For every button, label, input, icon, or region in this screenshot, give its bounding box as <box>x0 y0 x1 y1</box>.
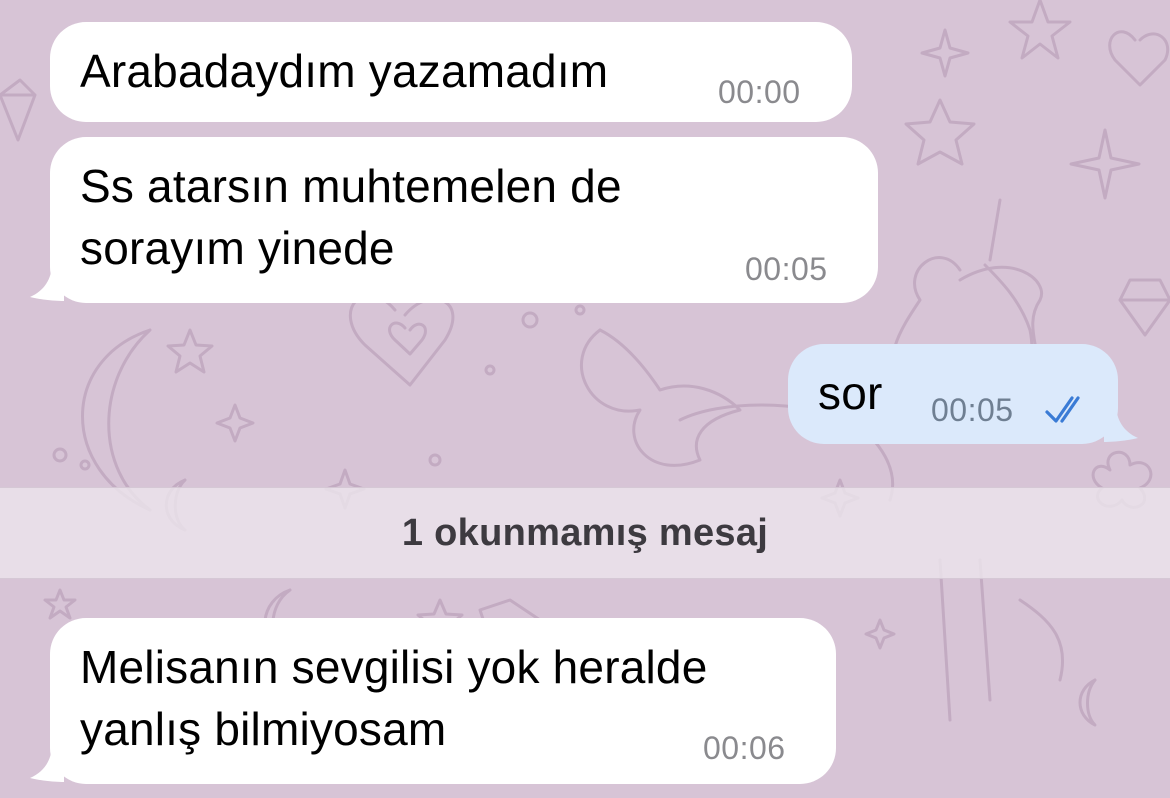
message-time: 00:00 <box>718 74 801 110</box>
bubble-tail <box>1104 404 1138 442</box>
outgoing-message-bubble[interactable]: sor 00:05 <box>788 344 1118 444</box>
bubble-tail <box>30 744 64 782</box>
bubble-tail <box>30 263 64 301</box>
incoming-message-bubble[interactable]: Ss atarsın muhtemelen de sorayım yinede … <box>50 137 878 303</box>
incoming-message-bubble[interactable]: Melisanın sevgilisi yok heralde yanlış b… <box>50 618 836 784</box>
unread-messages-label: 1 okunmamış mesaj <box>401 512 769 554</box>
message-text: Arabadaydım yazamadım <box>80 45 609 97</box>
message-text: Melisanın sevgilisi yok heralde yanlış b… <box>80 641 708 755</box>
message-time: 00:05 <box>931 392 1014 428</box>
message-text: Ss atarsın muhtemelen de sorayım yinede <box>80 160 622 274</box>
message-time: 00:05 <box>745 251 828 287</box>
double-check-icon <box>1045 396 1080 423</box>
message-text: sor <box>818 367 883 419</box>
incoming-message-bubble[interactable]: Arabadaydım yazamadım 00:00 <box>50 22 852 122</box>
message-time: 00:06 <box>703 730 786 766</box>
chat-thread: Arabadaydım yazamadım 00:00 Ss atarsın m… <box>0 0 1170 798</box>
unread-messages-divider: 1 okunmamış mesaj <box>0 487 1170 579</box>
